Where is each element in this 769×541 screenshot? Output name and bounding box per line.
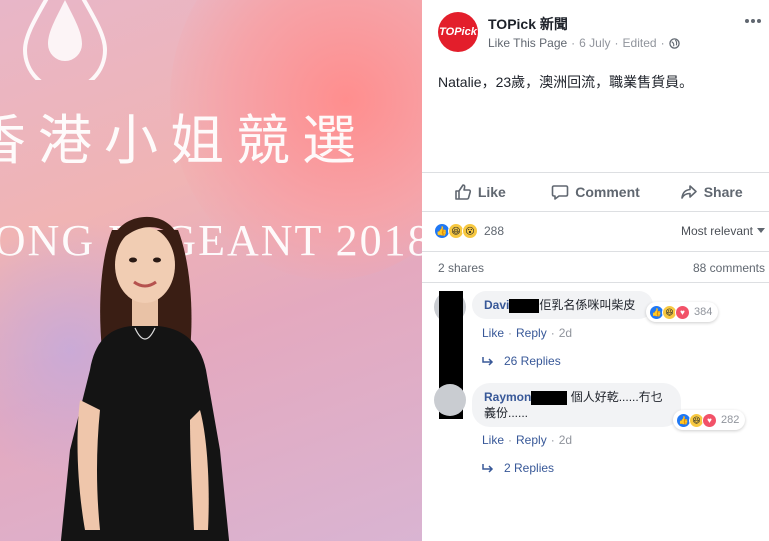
like-this-page-link[interactable]: Like This Page <box>488 36 567 50</box>
wow-reaction-icon: 😮 <box>462 223 478 239</box>
divider <box>422 282 769 283</box>
backdrop-title-chinese: 香港小姐競選 <box>0 109 368 172</box>
comment-reaction-count: 384 <box>694 306 713 318</box>
comment-reactions[interactable]: 👍 😆 ♥ 282 <box>673 410 746 430</box>
comment-button[interactable]: Comment <box>538 183 654 201</box>
page-avatar[interactable]: TOPick <box>438 12 478 52</box>
comment-button-label: Comment <box>575 184 640 200</box>
commenter-name[interactable]: Raymon <box>484 390 531 404</box>
shares-count[interactable]: 2 shares <box>438 261 484 275</box>
page-avatar-text: TOPick <box>439 26 477 38</box>
caret-down-icon <box>757 228 765 233</box>
post-date[interactable]: 6 July <box>579 36 610 50</box>
page-name-link[interactable]: TOPick 新聞 <box>488 14 568 34</box>
separator: · <box>550 433 555 447</box>
dot-icon <box>745 19 749 23</box>
reaction-summary[interactable]: 👍 😆 😮 288 <box>434 220 504 242</box>
meta-separator: · <box>571 36 576 50</box>
separator: · <box>550 326 555 340</box>
post-panel: TOPick TOPick 新聞 Like This Page · 6 July… <box>422 0 769 541</box>
comment-sort-dropdown[interactable]: Most relevant <box>681 224 765 238</box>
separator: · <box>508 433 513 447</box>
replies-count-label: 2 Replies <box>504 461 555 475</box>
edited-label[interactable]: Edited <box>623 36 657 50</box>
reply-arrow-icon <box>482 357 494 366</box>
love-reaction-icon: ♥ <box>675 304 690 320</box>
person-figure <box>60 216 230 541</box>
comment-time[interactable]: 2d <box>559 433 572 447</box>
redaction-bar <box>509 298 540 313</box>
reaction-count: 288 <box>484 224 505 238</box>
comment-reply-link[interactable]: Reply <box>516 433 547 447</box>
commenter-name[interactable]: Davi <box>484 298 509 312</box>
dot-icon <box>751 19 755 23</box>
comment-text: 佢乳名係咪叫柴皮 <box>539 298 636 312</box>
post-text: Natalie，23歲，澳洲回流，職業售貨員。 <box>438 74 694 90</box>
comment-sort-label: Most relevant <box>680 224 753 238</box>
comments-count[interactable]: 88 comments <box>693 261 765 275</box>
globe-icon <box>668 37 680 49</box>
separator: · <box>508 326 513 340</box>
comment-icon <box>551 185 569 200</box>
view-replies-link[interactable]: 2 Replies <box>482 461 554 475</box>
post-actions-bar: Like Comment Share <box>422 172 769 212</box>
comment-like-link[interactable]: Like <box>482 326 504 340</box>
share-button[interactable]: Share <box>653 183 769 201</box>
comment-reply-link[interactable]: Reply <box>516 326 547 340</box>
redaction-bar <box>531 390 568 405</box>
comment-reaction-count: 282 <box>721 414 740 426</box>
replies-count-label: 26 Replies <box>504 354 561 368</box>
dot-icon <box>757 19 761 23</box>
meta-separator: · <box>660 36 665 50</box>
share-button-label: Share <box>703 184 743 200</box>
commenter-avatar[interactable] <box>434 384 466 416</box>
comment-bubble: Davi 佢乳名係咪叫柴皮 <box>472 291 653 319</box>
reply-arrow-icon <box>482 464 494 473</box>
meta-separator: · <box>614 36 619 50</box>
pageant-logo-icon <box>22 0 108 80</box>
post-photo[interactable]: 香港小姐競選 KONG PAGEANT 2018 <box>0 0 422 541</box>
divider <box>422 251 769 252</box>
post-meta: Like This Page · 6 July · Edited · <box>488 36 680 50</box>
more-options-button[interactable] <box>743 14 763 28</box>
comment-like-link[interactable]: Like <box>482 433 504 447</box>
like-button[interactable]: Like <box>422 183 538 201</box>
love-reaction-icon: ♥ <box>702 412 717 428</box>
comment-reactions[interactable]: 👍 😆 ♥ 384 <box>646 302 719 322</box>
share-arrow-icon <box>680 185 697 199</box>
comment-bubble: Raymon 個人好乾......冇乜義份...... <box>472 383 681 427</box>
comment-actions: Like · Reply · 2d <box>482 326 572 340</box>
like-button-label: Like <box>477 184 506 200</box>
comment-time[interactable]: 2d <box>559 326 572 340</box>
thumbs-up-icon <box>455 184 471 200</box>
view-replies-link[interactable]: 26 Replies <box>482 354 561 368</box>
comment-actions: Like · Reply · 2d <box>482 433 572 447</box>
